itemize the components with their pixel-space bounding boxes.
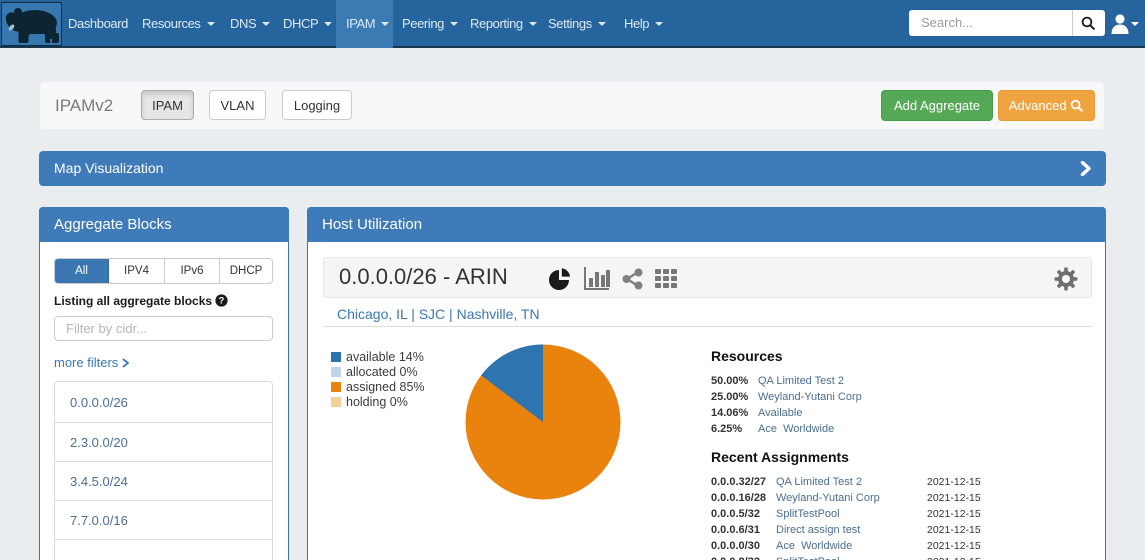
- svg-text:?: ?: [219, 296, 225, 306]
